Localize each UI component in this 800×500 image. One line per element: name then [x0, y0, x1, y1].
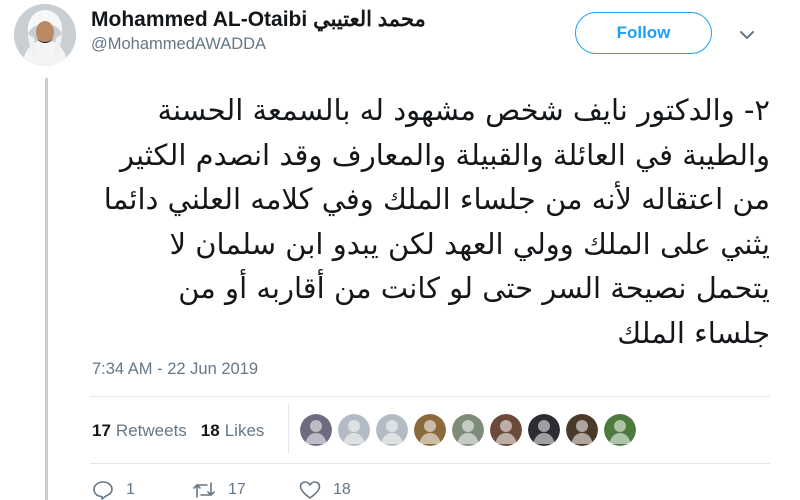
tweet-line: والطيبة في العائلة والقبيلة والمعارف وقد… — [120, 137, 770, 172]
reply-button[interactable]: 1 — [92, 480, 192, 500]
like-button[interactable]: 18 — [299, 480, 351, 500]
avatar[interactable] — [14, 4, 76, 66]
user-handle[interactable]: @MohammedAWADDA — [91, 35, 426, 54]
likes-count: 18 — [200, 421, 220, 440]
engagement-stats: 17 Retweets 18 Likes — [92, 421, 264, 441]
thread-line — [45, 78, 48, 500]
retweets-stat[interactable]: 17 Retweets — [92, 421, 187, 441]
liker-avatar[interactable] — [338, 414, 370, 446]
tweet-line: ٢- والدكتور نايف شخص مشهود له بالسمعة ال… — [157, 93, 770, 127]
display-name[interactable]: Mohammed AL-Otaibi محمد العتيبي — [91, 7, 426, 32]
divider — [90, 463, 770, 464]
liker-avatar[interactable] — [490, 414, 522, 446]
stats-separator — [288, 404, 289, 454]
reply-icon — [93, 481, 113, 500]
liker-avatars — [300, 414, 636, 446]
like-count: 18 — [333, 481, 351, 498]
liker-avatar[interactable] — [452, 414, 484, 446]
liker-avatar[interactable] — [414, 414, 446, 446]
heart-icon — [299, 481, 321, 499]
tweet-line: من اعتقاله لأنه من جلساء الملك وفي كلامه… — [103, 182, 770, 216]
tweet-actions: 1 17 18 — [92, 480, 351, 500]
tweet-text: ٢- والدكتور نايف شخص مشهود له بالسمعة ال… — [90, 88, 770, 355]
follow-button[interactable]: Follow — [575, 12, 712, 54]
chevron-down-icon[interactable] — [736, 24, 758, 46]
reply-count: 1 — [126, 481, 135, 498]
tweet-line: يتحمل نصيحة السر حتى لو كانت من أقاربه أ… — [178, 271, 770, 305]
liker-avatar[interactable] — [300, 414, 332, 446]
liker-avatar[interactable] — [376, 414, 408, 446]
divider — [90, 396, 770, 397]
retweet-icon — [193, 482, 215, 498]
retweets-count: 17 — [92, 421, 111, 440]
tweet-line: يثني على الملك وولي العهد لكن يبدو ابن س… — [169, 226, 771, 261]
user-info: Mohammed AL-Otaibi محمد العتيبي @Mohamme… — [91, 7, 426, 54]
likes-stat[interactable]: 18 Likes — [201, 421, 265, 441]
liker-avatar[interactable] — [604, 414, 636, 446]
tweet-line: جلساء الملك — [617, 315, 770, 350]
likes-label: Likes — [224, 421, 265, 440]
retweet-button[interactable]: 17 — [192, 480, 299, 500]
liker-avatar[interactable] — [566, 414, 598, 446]
tweet-card: Mohammed AL-Otaibi محمد العتيبي @Mohamme… — [0, 0, 800, 500]
retweets-label: Retweets — [115, 421, 187, 440]
tweet-timestamp[interactable]: 7:34 AM - 22 Jun 2019 — [92, 360, 258, 379]
liker-avatar[interactable] — [528, 414, 560, 446]
retweet-count: 17 — [228, 481, 246, 498]
